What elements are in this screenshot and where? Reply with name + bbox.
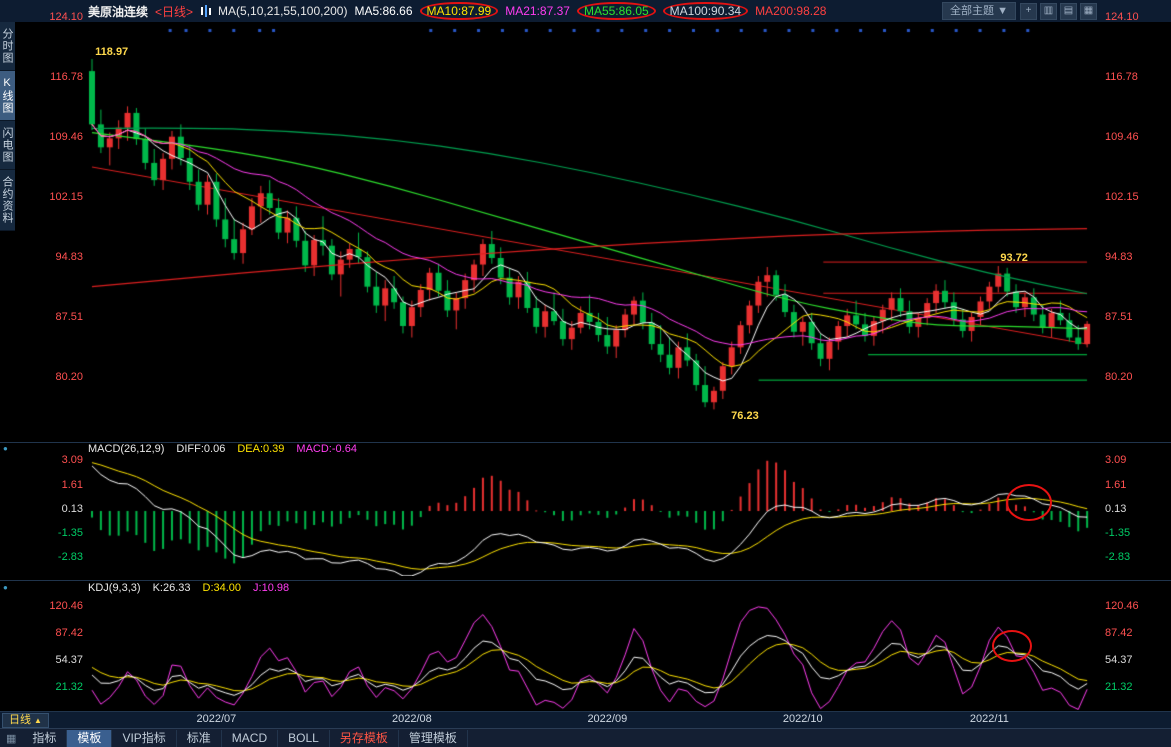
macd-highlight-circle <box>1006 484 1052 521</box>
macd-dea-value: DEA:0.39 <box>237 443 284 455</box>
kdj-axis-label: 21.32 <box>0 680 83 694</box>
kdj-axis-label: 87.42 <box>0 626 83 640</box>
macd-chart[interactable] <box>86 450 1102 576</box>
price-axis-label: 87.51 <box>1105 310 1165 324</box>
macd-axis-label: 1.61 <box>0 478 83 492</box>
date-label: 2022/11 <box>963 713 1015 725</box>
toolbar-item-vip-indicators[interactable]: VIP指标 <box>112 730 176 747</box>
toolbar-item-boll[interactable]: BOLL <box>278 730 330 747</box>
macd-header: MACD(26,12,9) DIFF:0.06 DEA:0.39 MACD:-0… <box>88 443 357 455</box>
date-label: 2022/07 <box>190 713 242 725</box>
toolbar-item-manage-template[interactable]: 管理模板 <box>399 730 468 747</box>
period-tag: <日线> <box>155 3 193 20</box>
macd-axis-label: 1.61 <box>1105 478 1165 492</box>
theme-dropdown-label: 全部主题 ▼ <box>950 5 1008 17</box>
price-axis-label: 94.83 <box>0 250 83 264</box>
price-marker: 76.23 <box>731 410 759 422</box>
macd-axis-label: -1.35 <box>0 526 83 540</box>
period-arrow-icon: ▲ <box>34 714 42 727</box>
split-rows-icon[interactable]: ▤ <box>1060 3 1077 20</box>
ma21-value: MA21:87.37 <box>505 4 570 18</box>
macd-axis-label: -2.83 <box>0 550 83 564</box>
grid-layout-icon[interactable]: ▦ <box>1080 3 1097 20</box>
kdj-title: KDJ(9,3,3) <box>88 582 141 594</box>
macd-axis-label: 3.09 <box>1105 453 1165 467</box>
ma55-value: MA55:86.05 <box>577 2 656 20</box>
macd-axis-label: 0.13 <box>1105 502 1165 516</box>
crosshair-icon[interactable]: + <box>1020 3 1037 20</box>
instrument-title: 美原油连续 <box>88 3 148 20</box>
price-marker: 118.97 <box>95 46 128 58</box>
period-selector-tab[interactable]: 日线 ▲ <box>2 713 49 728</box>
price-axis-label: 124.10 <box>1105 10 1165 24</box>
macd-axis-label: -2.83 <box>1105 550 1165 564</box>
price-axis-label: 109.46 <box>0 130 83 144</box>
ma-values: MA5:86.66 MA10:87.99 MA21:87.37 MA55:86.05 M… <box>354 2 826 20</box>
toolbar-item-indicators[interactable]: 指标 <box>22 730 67 747</box>
kdj-j-value: J:10.98 <box>253 582 289 594</box>
sidebar-item-flash[interactable]: 闪电图 <box>0 121 15 170</box>
theme-dropdown[interactable]: 全部主题 ▼ <box>942 2 1016 20</box>
price-axis-label: 87.51 <box>0 310 83 324</box>
kdj-highlight-circle <box>992 630 1032 662</box>
price-axis-label: 94.83 <box>1105 250 1165 264</box>
toolbar-item-macd[interactable]: MACD <box>222 730 278 747</box>
macd-axis-label: 0.13 <box>0 502 83 516</box>
date-label: 2022/08 <box>386 713 438 725</box>
kdj-axis-label: 54.37 <box>1105 653 1165 667</box>
toolbar-menu-icon[interactable]: ▦ <box>0 732 22 745</box>
price-axis-label: 102.15 <box>0 190 83 204</box>
window-controls: +▥▤▦ <box>1020 3 1097 20</box>
ma-params-label: MA(5,10,21,55,100,200) <box>218 4 347 18</box>
price-axis-label: 124.10 <box>0 10 83 24</box>
ma100-value: MA100:90.34 <box>663 2 748 20</box>
split-columns-icon[interactable]: ▥ <box>1040 3 1057 20</box>
ma5-value: MA5:86.66 <box>354 4 412 18</box>
price-marker: 93.72 <box>1000 252 1028 264</box>
ma10-value: MA10:87.99 <box>420 2 499 20</box>
kdj-chart[interactable] <box>86 596 1102 710</box>
kdj-axis-label: 120.46 <box>0 599 83 613</box>
price-axis-label: 116.78 <box>1105 70 1165 84</box>
sidebar-item-time-share[interactable]: 分时图 <box>0 22 15 71</box>
kdj-axis-label: 54.37 <box>0 653 83 667</box>
ma200-value: MA200:98.28 <box>755 4 826 18</box>
futures-charting-app: 美原油连续 <日线> MA(5,10,21,55,100,200) MA5:86… <box>0 0 1171 747</box>
macd-panel-icon[interactable]: ● <box>3 444 8 453</box>
macd-value: MACD:-0.64 <box>296 443 357 455</box>
macd-diff-value: DIFF:0.06 <box>176 443 225 455</box>
toolbar-items: 指标模板VIP指标标准MACDBOLL另存模板管理模板 <box>22 730 467 747</box>
chart-title-bar: 美原油连续 <日线> MA(5,10,21,55,100,200) MA5:86… <box>88 0 826 22</box>
macd-title: MACD(26,12,9) <box>88 443 164 455</box>
toolbar-item-save-template[interactable]: 另存模板 <box>330 730 399 747</box>
macd-axis-label: 3.09 <box>0 453 83 467</box>
price-axis-label: 109.46 <box>1105 130 1165 144</box>
panel-divider <box>0 580 1171 581</box>
kdj-header: KDJ(9,3,3) K:26.33 D:34.00 J:10.98 <box>88 582 289 594</box>
kdj-axis-label: 120.46 <box>1105 599 1165 613</box>
price-axis-label: 80.20 <box>0 370 83 384</box>
kdj-d-value: D:34.00 <box>203 582 242 594</box>
top-bar: 美原油连续 <日线> MA(5,10,21,55,100,200) MA5:86… <box>0 0 1171 22</box>
kdj-axis-label: 21.32 <box>1105 680 1165 694</box>
kdj-k-value: K:26.33 <box>153 582 191 594</box>
price-axis-label: 102.15 <box>1105 190 1165 204</box>
mini-kline-icon <box>200 5 211 17</box>
macd-axis-label: -1.35 <box>1105 526 1165 540</box>
kdj-panel-icon[interactable]: ● <box>3 583 8 592</box>
period-label: 日线 <box>9 714 31 727</box>
toolbar-item-standard[interactable]: 标准 <box>177 730 222 747</box>
main-candlestick-chart[interactable] <box>86 22 1102 442</box>
price-axis-label: 116.78 <box>0 70 83 84</box>
price-axis-label: 80.20 <box>1105 370 1165 384</box>
bottom-toolbar: ▦ 指标模板VIP指标标准MACDBOLL另存模板管理模板 <box>0 728 1171 747</box>
date-label: 2022/09 <box>581 713 633 725</box>
toolbar-item-templates[interactable]: 模板 <box>67 730 112 747</box>
kdj-axis-label: 87.42 <box>1105 626 1165 640</box>
date-label: 2022/10 <box>777 713 829 725</box>
topbar-controls: 全部主题 ▼ +▥▤▦ <box>942 2 1097 20</box>
